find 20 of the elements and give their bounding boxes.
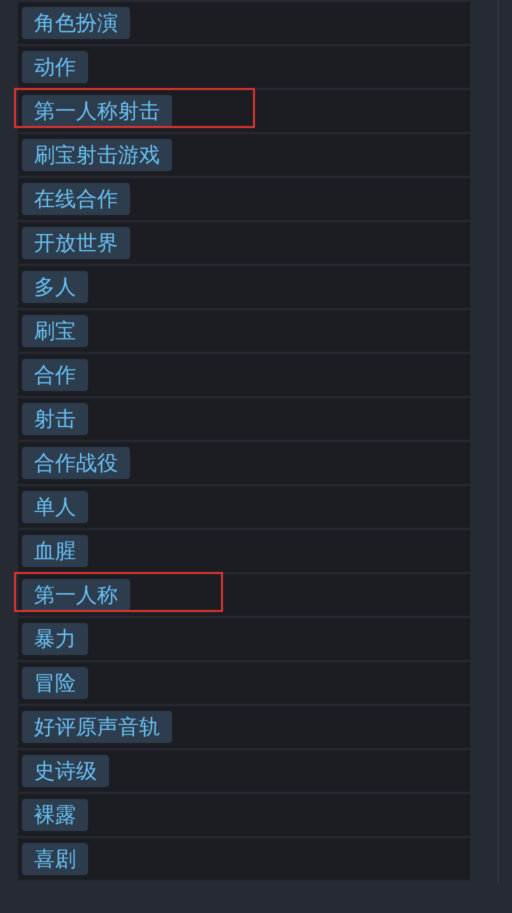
tag-chip[interactable]: 血腥 <box>22 535 88 567</box>
tag-chip[interactable]: 刷宝射击游戏 <box>22 139 172 171</box>
tag-chip[interactable]: 单人 <box>22 491 88 523</box>
tag-chip[interactable]: 冒险 <box>22 667 88 699</box>
tag-chip[interactable]: 角色扮演 <box>22 7 130 39</box>
tag-chip[interactable]: 合作 <box>22 359 88 391</box>
tag-chip[interactable]: 第一人称 <box>22 579 130 611</box>
tag-chip[interactable]: 开放世界 <box>22 227 130 259</box>
tag-chip[interactable]: 在线合作 <box>22 183 130 215</box>
tag-chip[interactable]: 第一人称射击 <box>22 95 172 127</box>
tag-chip[interactable]: 刷宝 <box>22 315 88 347</box>
tag-chip[interactable]: 裸露 <box>22 799 88 831</box>
tag-chip[interactable]: 动作 <box>22 51 88 83</box>
tag-chip[interactable]: 好评原声音轨 <box>22 711 172 743</box>
tag-chip[interactable]: 多人 <box>22 271 88 303</box>
tag-chip[interactable]: 合作战役 <box>22 447 130 479</box>
tag-chip[interactable]: 史诗级 <box>22 755 109 787</box>
tag-chip[interactable]: 射击 <box>22 403 88 435</box>
tag-chip[interactable]: 喜剧 <box>22 843 88 875</box>
tag-chip[interactable]: 暴力 <box>22 623 88 655</box>
